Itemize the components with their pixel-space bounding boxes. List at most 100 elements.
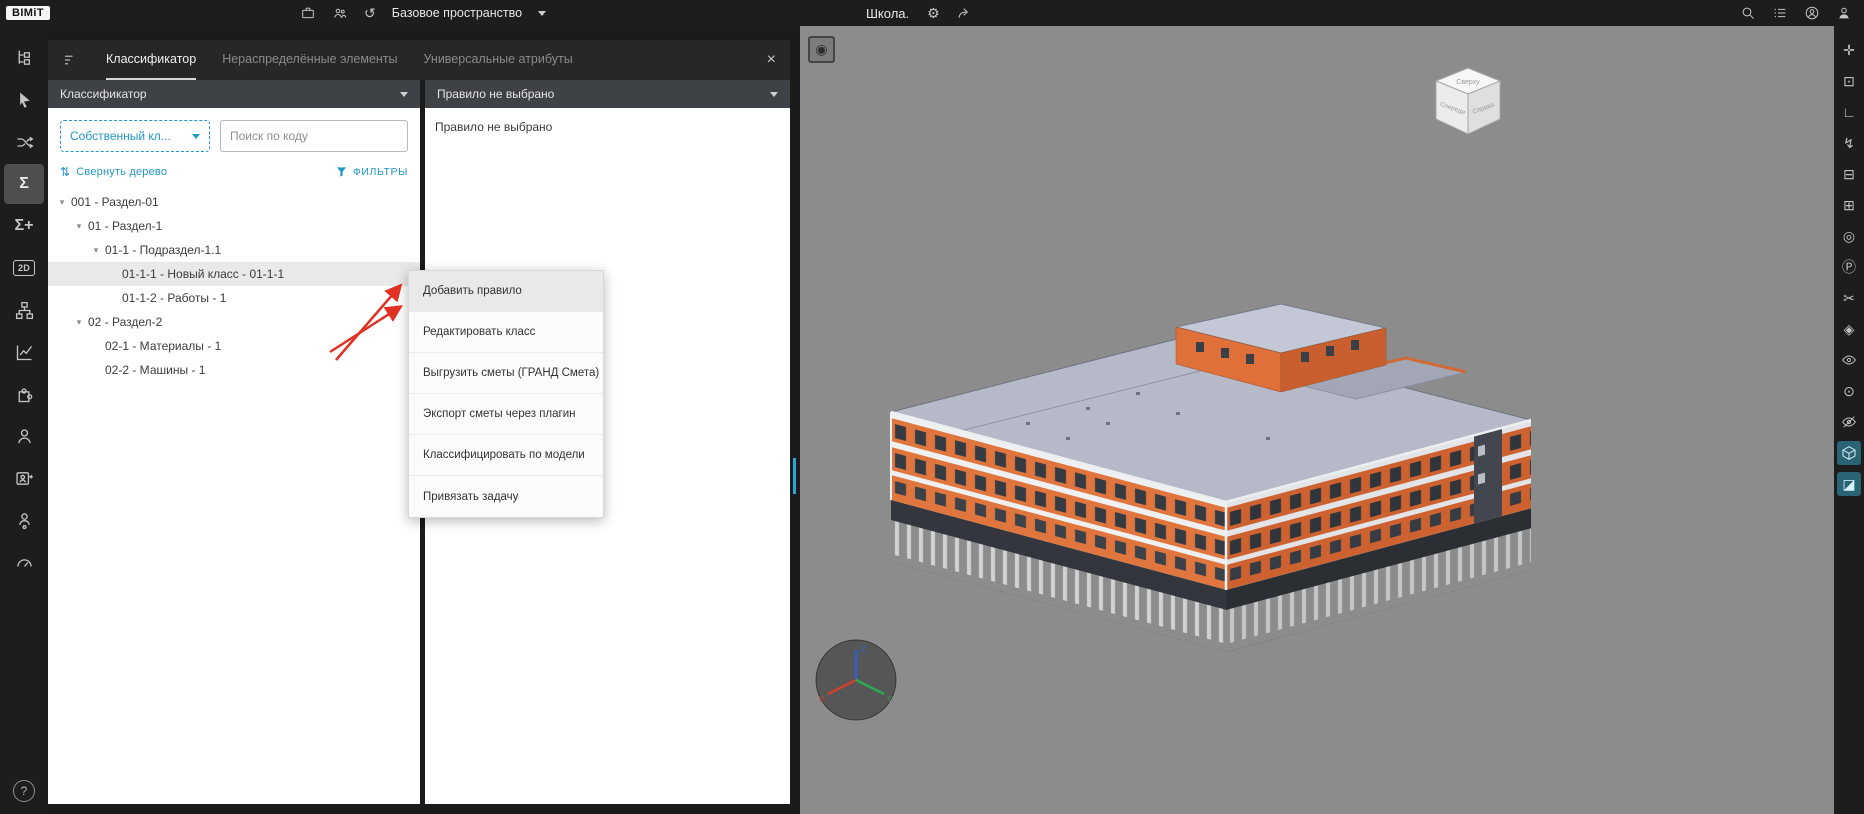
visibility-icon[interactable] bbox=[1837, 348, 1861, 372]
right-toolbar-items: ✛ ⊡ ∟ ↯ ⊟ ⊞ ◎ Ⓟ ✂ ◈ ⊙ ◪ bbox=[1837, 38, 1861, 496]
app-logo: BIMiT bbox=[6, 6, 50, 20]
chevron-down-icon bbox=[400, 92, 408, 97]
focus-icon[interactable]: ◎ bbox=[1837, 224, 1861, 248]
topbar: BIMiT ↺ Базовое пространство Школа. ⚙ bbox=[0, 0, 1864, 26]
briefcase-icon[interactable] bbox=[300, 5, 316, 21]
settings-gear-icon[interactable]: ⚙ bbox=[927, 6, 940, 20]
measure-icon[interactable]: ∟ bbox=[1837, 100, 1861, 124]
pan-icon[interactable]: ✛ bbox=[1837, 38, 1861, 62]
tree-item[interactable]: ▾001 - Раздел-01 bbox=[48, 190, 420, 214]
relations-icon[interactable] bbox=[4, 122, 44, 162]
tree-item-label: 02-2 - Машины - 1 bbox=[105, 363, 205, 377]
classifier-body: Собственный кл... ⇅ Свернуть дерево bbox=[48, 108, 420, 804]
classifier-controls: Собственный кл... ⇅ Свернуть дерево bbox=[48, 108, 420, 179]
classifier-tree: ▾001 - Раздел-01▾01 - Раздел-1▾01-1 - По… bbox=[48, 190, 420, 382]
collapse-tree-label: Свернуть дерево bbox=[76, 166, 167, 178]
project-name: Школа. bbox=[866, 6, 909, 21]
tree-item[interactable]: 02-2 - Машины - 1 bbox=[48, 358, 420, 382]
workspace-selector[interactable]: ↺ Базовое пространство bbox=[300, 0, 546, 26]
share-icon[interactable] bbox=[956, 5, 972, 21]
tree-caret-icon[interactable]: ▾ bbox=[73, 317, 85, 328]
select-box-icon[interactable]: ⊡ bbox=[1837, 69, 1861, 93]
classifier-dropdown-header[interactable]: Классификатор bbox=[48, 80, 420, 108]
tab-universal-attributes[interactable]: Универсальные атрибуты bbox=[424, 40, 573, 80]
drawings-2d-icon[interactable]: 2D bbox=[4, 248, 44, 288]
project-icons: ⚙ bbox=[927, 5, 972, 21]
tree-item[interactable]: ▾01-1 - Подраздел-1.1 bbox=[48, 238, 420, 262]
team-icon[interactable] bbox=[332, 5, 348, 21]
close-icon[interactable]: × bbox=[767, 52, 776, 68]
context-menu-item[interactable]: Выгрузить сметы (ГРАНД Смета) bbox=[409, 353, 603, 394]
tree-item-label: 01-1-2 - Работы - 1 bbox=[122, 291, 226, 305]
plugins-icon[interactable] bbox=[4, 374, 44, 414]
section-box-icon[interactable]: ⊟ bbox=[1837, 162, 1861, 186]
tree-item[interactable]: ▾01 - Раздел-1 bbox=[48, 214, 420, 238]
left-toolbar: ΣΣ+2D ? bbox=[0, 26, 48, 814]
rule-dropdown-header[interactable]: Правило не выбрано bbox=[425, 80, 790, 108]
navigation-cube[interactable]: Сверху Спереди Справа bbox=[1432, 64, 1504, 144]
grid-icon[interactable]: ⊞ bbox=[1837, 193, 1861, 217]
collapse-tree-icon: ⇅ bbox=[60, 165, 70, 179]
context-menu: Добавить правилоРедактировать классВыгру… bbox=[408, 270, 604, 518]
collapse-tree-link[interactable]: ⇅ Свернуть дерево bbox=[60, 165, 167, 179]
search-by-code-input[interactable] bbox=[220, 120, 408, 152]
viewport-camera-button[interactable]: ◉ bbox=[808, 36, 835, 63]
cut-plane-icon[interactable]: ✂ bbox=[1837, 286, 1861, 310]
tree-caret-icon[interactable]: ▾ bbox=[90, 245, 102, 256]
context-menu-item[interactable]: Привязать задачу bbox=[409, 476, 603, 517]
structure-scheme-icon[interactable] bbox=[4, 290, 44, 330]
help-button[interactable]: ? bbox=[13, 780, 35, 802]
users-icon[interactable] bbox=[4, 416, 44, 456]
search-icon[interactable] bbox=[1740, 5, 1756, 21]
viewport-3d[interactable]: ◉ bbox=[800, 26, 1834, 814]
axis-gizmo[interactable]: Z X Y bbox=[814, 638, 898, 722]
visibility-point-icon[interactable]: ⊙ bbox=[1837, 379, 1861, 403]
view-cube-icon[interactable] bbox=[1837, 441, 1861, 465]
classifier-select-value: Собственный кл... bbox=[70, 129, 171, 143]
parking-icon[interactable]: Ⓟ bbox=[1837, 255, 1861, 279]
classifier-select[interactable]: Собственный кл... bbox=[60, 120, 210, 152]
chevron-down-icon bbox=[192, 134, 200, 139]
filters-link[interactable]: ФИЛЬТРЫ bbox=[336, 166, 408, 178]
history-icon[interactable]: ↺ bbox=[364, 6, 376, 20]
graphs-icon[interactable] bbox=[4, 332, 44, 372]
isometry-icon[interactable]: ◈ bbox=[1837, 317, 1861, 341]
main-area: ΣΣ+2D ? Классификатор Нераспределённые э… bbox=[0, 26, 1864, 814]
tree-caret-icon[interactable]: ▾ bbox=[56, 197, 68, 208]
filters-label: ФИЛЬТРЫ bbox=[353, 166, 408, 178]
panel-resize-handle[interactable] bbox=[793, 458, 796, 494]
classifier-panels: Классификатор Нераспределённые элементы … bbox=[48, 26, 800, 814]
classifier-header-label: Классификатор bbox=[60, 87, 147, 101]
account-circle-icon[interactable] bbox=[1804, 5, 1820, 21]
axis-y-label: Y bbox=[887, 695, 893, 704]
context-menu-item[interactable]: Экспорт сметы через плагин bbox=[409, 394, 603, 435]
tree-item-label: 02 - Раздел-2 bbox=[88, 315, 162, 329]
dashboard-icon[interactable] bbox=[4, 542, 44, 582]
rule-empty-text: Правило не выбрано bbox=[425, 108, 790, 146]
menu-list-icon[interactable] bbox=[1772, 5, 1788, 21]
context-menu-item[interactable]: Редактировать класс bbox=[409, 312, 603, 353]
panel-menu-icon[interactable] bbox=[62, 51, 80, 69]
tree-item[interactable]: 01-1-1 - Новый класс - 01-1-1 bbox=[48, 262, 420, 286]
collision-icon[interactable]: ↯ bbox=[1837, 131, 1861, 155]
tree-item[interactable]: 02-1 - Материалы - 1 bbox=[48, 334, 420, 358]
context-menu-item[interactable]: Классифицировать по модели bbox=[409, 435, 603, 476]
workspace-icons: ↺ bbox=[300, 5, 376, 21]
project-group: Школа. ⚙ bbox=[866, 0, 972, 26]
tree-caret-icon[interactable]: ▾ bbox=[73, 221, 85, 232]
tab-classifier[interactable]: Классификатор bbox=[106, 40, 196, 80]
tab-unallocated-elements[interactable]: Нераспределённые элементы bbox=[222, 40, 397, 80]
context-menu-item[interactable]: Добавить правило bbox=[409, 271, 603, 312]
estimates-sigma-icon[interactable]: Σ bbox=[4, 164, 44, 204]
tree-item[interactable]: 01-1-2 - Работы - 1 bbox=[48, 286, 420, 310]
model-tree-icon[interactable] bbox=[4, 38, 44, 78]
handover-icon[interactable] bbox=[4, 458, 44, 498]
hide-icon[interactable] bbox=[1837, 410, 1861, 434]
estimates-add-icon[interactable]: Σ+ bbox=[4, 206, 44, 246]
tree-item[interactable]: ▾02 - Раздел-2 bbox=[48, 310, 420, 334]
section-plane-icon[interactable]: ◪ bbox=[1837, 472, 1861, 496]
user-location-icon[interactable] bbox=[4, 500, 44, 540]
select-tool-icon[interactable] bbox=[4, 80, 44, 120]
rule-header-label: Правило не выбрано bbox=[437, 87, 554, 101]
user-icon[interactable] bbox=[1836, 5, 1852, 21]
